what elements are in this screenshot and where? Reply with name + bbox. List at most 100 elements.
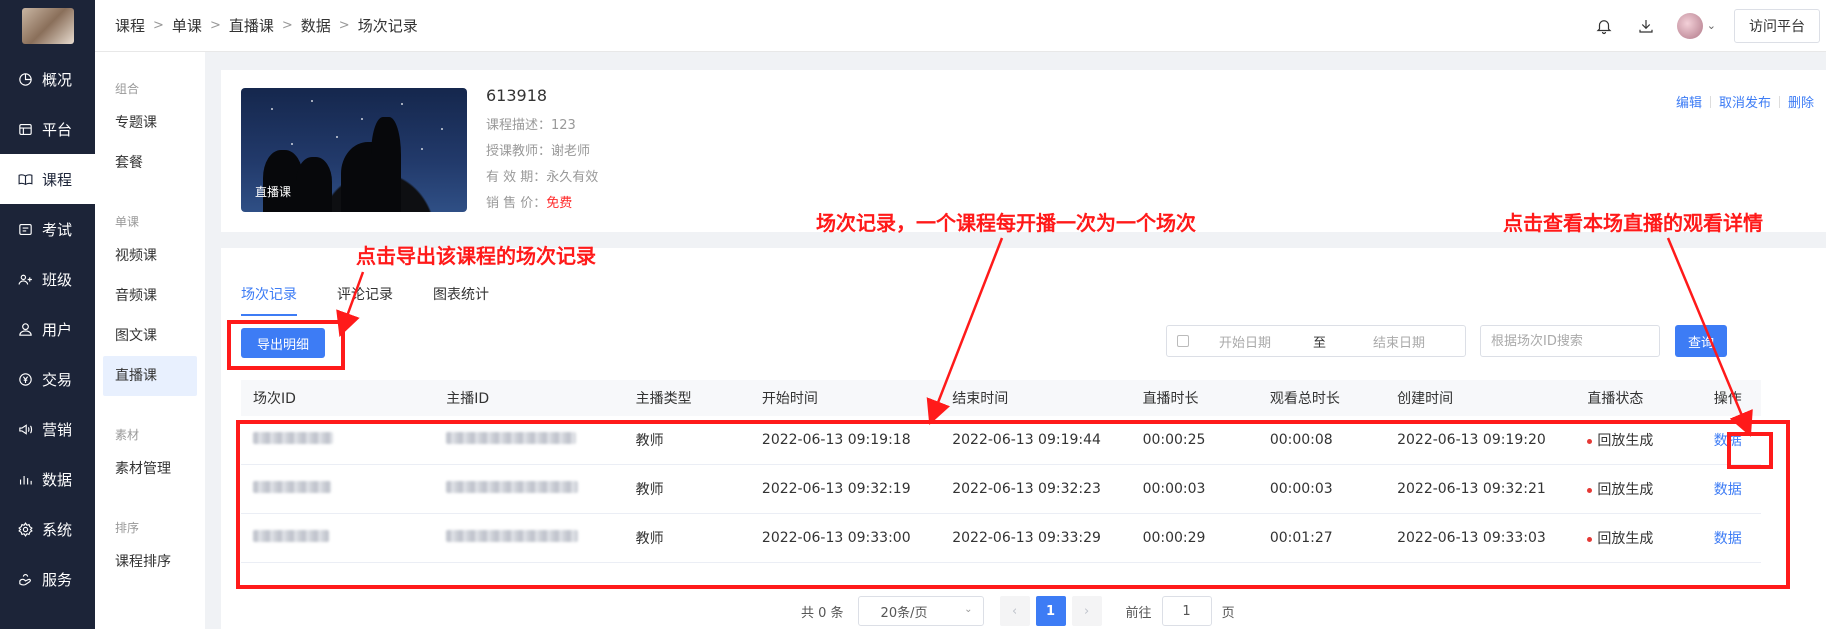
nav-item-label: 交易 xyxy=(42,370,73,389)
nav-item-label: 平台 xyxy=(42,120,73,139)
annotation-export-box xyxy=(227,320,345,370)
nav-item-label: 系统 xyxy=(42,520,73,539)
breadcrumb-item[interactable]: 数据 xyxy=(301,15,331,36)
nav-item-user[interactable]: 用户 xyxy=(0,304,95,354)
nav-item-label: 课程 xyxy=(42,170,73,189)
visit-platform-button[interactable]: 访问平台 xyxy=(1734,8,1820,43)
breadcrumb-item[interactable]: 直播课 xyxy=(229,15,274,36)
megaphone-icon xyxy=(16,420,34,438)
record-tabs: 场次记录 评论记录 图表统计 xyxy=(241,284,529,316)
tab-session-records[interactable]: 场次记录 xyxy=(241,284,297,316)
breadcrumb-separator-icon: > xyxy=(338,18,350,33)
submenu-item[interactable]: 图文课 xyxy=(95,316,205,356)
goto-label: 前往 xyxy=(1125,605,1152,621)
divider xyxy=(1709,95,1711,108)
chevron-down-icon[interactable]: ⌄ xyxy=(1707,19,1716,32)
valid-value: 永久有效 xyxy=(546,170,599,185)
gear-icon xyxy=(16,520,34,538)
platform-icon xyxy=(16,120,34,138)
breadcrumb-item[interactable]: 单课 xyxy=(172,15,202,36)
class-icon xyxy=(16,270,34,288)
nav-item-label: 服务 xyxy=(42,570,73,589)
logo[interactable] xyxy=(21,8,74,44)
annotation-table-box xyxy=(236,420,1790,589)
yen-icon xyxy=(16,370,34,388)
exam-icon xyxy=(16,220,34,238)
course-cover-image: 直播课 xyxy=(241,88,467,212)
submenu-item[interactable]: 专题课 xyxy=(95,103,205,143)
column-header: 观看总时长 xyxy=(1269,391,1340,407)
main-nav: 概况平台课程考试班级用户交易营销数据系统服务 xyxy=(0,0,95,629)
pagination: 共 0 条 20条/页 ⌄ ‹ 1 › 前往 页 xyxy=(801,596,1235,626)
submenu-group-title: 组合 xyxy=(115,82,140,96)
nav-item-label: 班级 xyxy=(42,270,73,289)
tab-chart-stats[interactable]: 图表统计 xyxy=(433,284,489,316)
submenu-item[interactable]: 音频课 xyxy=(95,276,205,316)
submenu-item[interactable]: 套餐 xyxy=(95,143,205,183)
submenu-group-title: 单课 xyxy=(115,215,140,229)
range-separator: 至 xyxy=(1313,335,1327,351)
desc-label: 课程描述： xyxy=(486,118,552,133)
annotation-detail: 点击查看本场直播的观看详情 xyxy=(1503,211,1763,235)
price-value: 免费 xyxy=(546,196,573,211)
nav-item-exam[interactable]: 考试 xyxy=(0,204,95,254)
page-unit-label: 页 xyxy=(1221,605,1235,621)
nav-item-label: 概况 xyxy=(42,70,73,89)
table-header: 场次ID 主播ID 主播类型 开始时间 结束时间 直播时长 观看总时长 创建时间 直播状态 操作 xyxy=(241,380,1761,416)
nav-item-platform[interactable]: 平台 xyxy=(0,104,95,154)
nav-item-label: 用户 xyxy=(42,320,73,339)
nav-item-bar-chart[interactable]: 数据 xyxy=(0,454,95,504)
prev-page-button[interactable]: ‹ xyxy=(999,596,1030,626)
breadcrumb-separator-icon: > xyxy=(153,18,164,33)
bell-icon[interactable] xyxy=(1593,15,1615,37)
nav-item-label: 考试 xyxy=(42,220,73,239)
nav-item-label: 营销 xyxy=(42,420,73,439)
query-button[interactable]: 查询 xyxy=(1675,325,1727,357)
service-icon xyxy=(16,570,34,588)
page-size-value: 20条/页 xyxy=(880,605,928,621)
nav-item-dashboard[interactable]: 概况 xyxy=(0,54,95,104)
nav-item-gear[interactable]: 系统 xyxy=(0,504,95,554)
unpublish-link[interactable]: 取消发布 xyxy=(1719,92,1771,111)
submenu-item[interactable]: 直播课 xyxy=(103,356,197,396)
start-date-input[interactable]: 开始日期 xyxy=(1219,332,1309,351)
teacher-value: 谢老师 xyxy=(551,144,591,159)
nav-item-yen[interactable]: 交易 xyxy=(0,354,95,404)
total-count: 共 0 条 xyxy=(801,605,844,621)
session-id-search-input[interactable] xyxy=(1480,325,1660,357)
divider xyxy=(1778,95,1780,108)
page-size-select[interactable]: 20条/页 ⌄ xyxy=(857,596,984,626)
column-header: 结束时间 xyxy=(952,391,1009,407)
end-date-input[interactable]: 结束日期 xyxy=(1373,332,1463,351)
top-header: 课程 > 单课 > 直播课 > 数据 > 场次记录 ⌄ 访问平台 xyxy=(95,0,1826,52)
calendar-icon xyxy=(1177,335,1189,347)
column-header: 场次ID xyxy=(253,391,296,407)
page-number-button[interactable]: 1 xyxy=(1035,596,1066,626)
tab-comment-records[interactable]: 评论记录 xyxy=(337,284,393,316)
user-icon xyxy=(16,320,34,338)
breadcrumb-separator-icon: > xyxy=(281,18,293,33)
teacher-label: 授课教师： xyxy=(486,144,552,159)
price-label: 销 售 价： xyxy=(486,196,547,211)
column-header: 直播时长 xyxy=(1142,391,1199,407)
nav-item-class[interactable]: 班级 xyxy=(0,254,95,304)
next-page-button[interactable]: › xyxy=(1071,596,1102,626)
nav-item-book[interactable]: 课程 xyxy=(0,154,95,204)
nav-item-label: 数据 xyxy=(42,470,73,489)
submenu-item[interactable]: 素材管理 xyxy=(95,449,205,489)
valid-label: 有 效 期： xyxy=(486,170,547,185)
nav-item-service[interactable]: 服务 xyxy=(0,554,95,604)
submenu-item[interactable]: 课程排序 xyxy=(95,542,205,582)
goto-page-input[interactable] xyxy=(1161,596,1212,626)
breadcrumb-item[interactable]: 课程 xyxy=(115,15,145,36)
date-range-picker[interactable]: 开始日期 至 结束日期 xyxy=(1166,325,1466,357)
edit-link[interactable]: 编辑 xyxy=(1676,92,1702,111)
submenu-item[interactable]: 视频课 xyxy=(95,236,205,276)
download-icon[interactable] xyxy=(1635,15,1657,37)
delete-link[interactable]: 删除 xyxy=(1788,92,1814,111)
annotation-export: 点击导出该课程的场次记录 xyxy=(356,244,596,268)
avatar[interactable] xyxy=(1676,12,1703,39)
column-header: 操作 xyxy=(1713,391,1742,407)
nav-item-megaphone[interactable]: 营销 xyxy=(0,404,95,454)
breadcrumb: 课程 > 单课 > 直播课 > 数据 > 场次记录 xyxy=(95,15,418,36)
